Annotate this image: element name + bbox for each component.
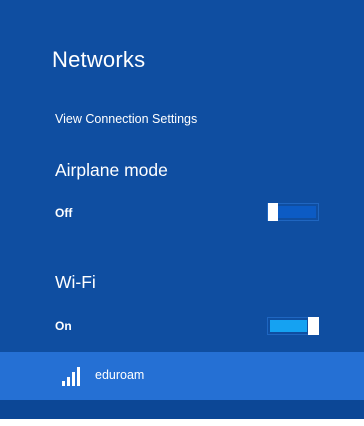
airplane-mode-toggle-track: [278, 206, 316, 218]
airplane-mode-heading: Airplane mode: [55, 160, 168, 180]
airplane-mode-toggle[interactable]: [267, 203, 319, 221]
wifi-heading: Wi-Fi: [55, 272, 96, 292]
airplane-mode-toggle-thumb[interactable]: [268, 203, 278, 221]
network-list-item-eduroam[interactable]: eduroam: [0, 352, 364, 400]
panel-footer-strip: [0, 400, 364, 419]
wifi-signal-icon: [62, 367, 80, 386]
wifi-toggle-thumb[interactable]: [308, 317, 319, 335]
network-name: eduroam: [95, 368, 145, 382]
panel-title: Networks: [52, 47, 146, 72]
airplane-mode-state-label: Off: [55, 206, 73, 220]
networks-panel: Networks View Connection Settings Airpla…: [0, 0, 364, 419]
wifi-state-label: On: [55, 319, 72, 333]
wifi-toggle[interactable]: [267, 317, 319, 335]
wifi-toggle-track: [270, 320, 307, 332]
view-connection-settings-link[interactable]: View Connection Settings: [55, 112, 197, 126]
